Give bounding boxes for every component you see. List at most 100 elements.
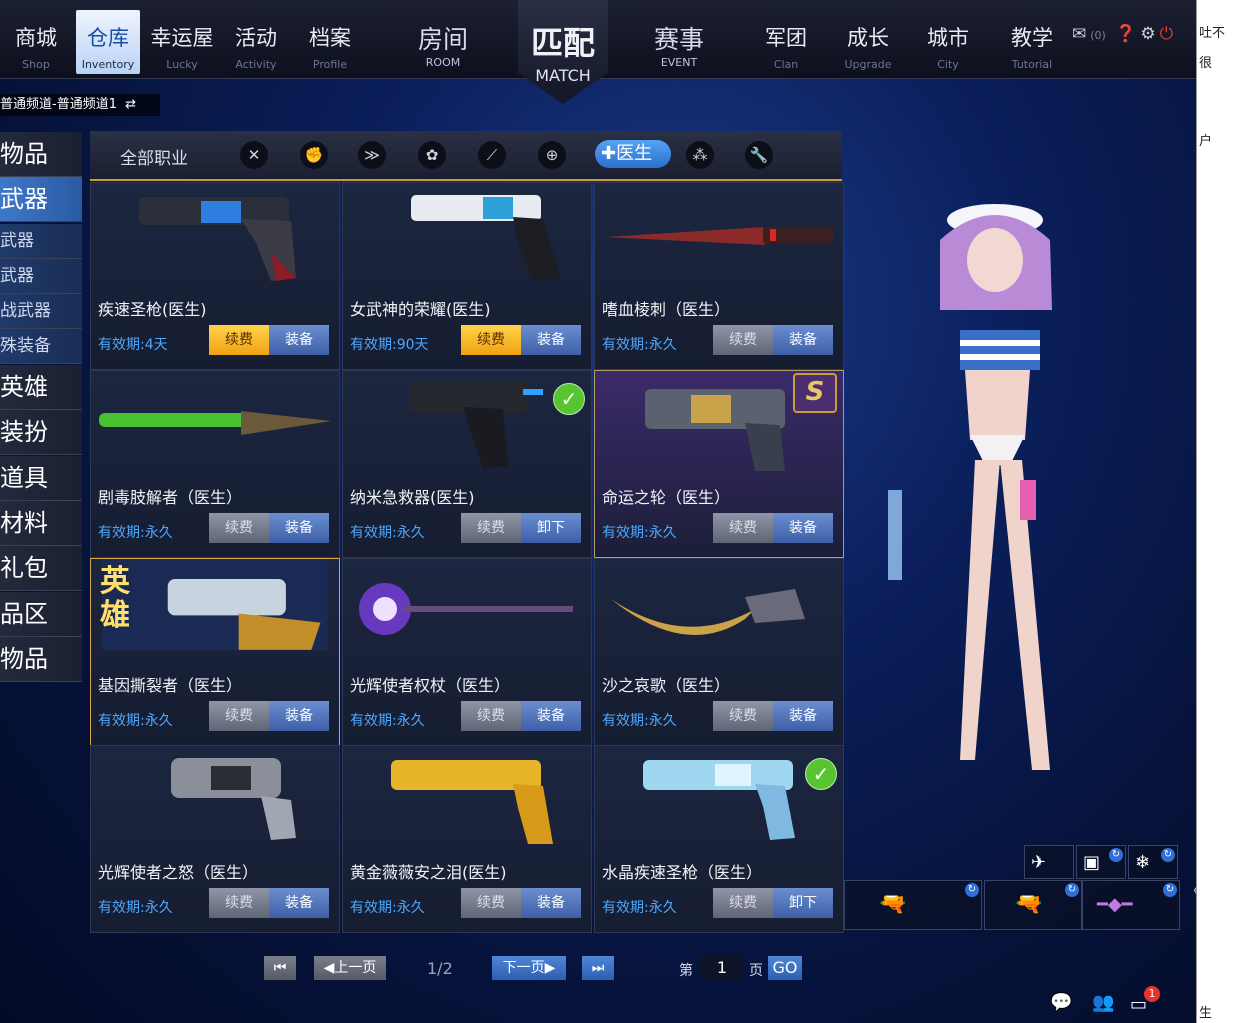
item-card[interactable]: 光辉使者权杖（医生） 有效期:永久 续费 装备: [342, 558, 592, 746]
category-weapon[interactable]: 武器: [0, 177, 82, 222]
equip-button[interactable]: 装备: [521, 701, 581, 731]
item-validity: 有效期:永久: [602, 900, 677, 916]
channel-selector[interactable]: 普通频道-普通频道1 ⇄: [0, 94, 160, 116]
flower-icon[interactable]: ✿: [418, 141, 446, 169]
renew-button[interactable]: 续费: [461, 701, 521, 731]
item-validity: 有效期:永久: [350, 713, 425, 729]
weapon-slot-1[interactable]: 🔫 ↻: [844, 880, 982, 930]
item-validity: 有效期:永久: [98, 713, 173, 729]
weapon-slot-3[interactable]: ━◆━ ↻: [1082, 880, 1180, 930]
item-card[interactable]: 女武神的荣耀(医生) 有效期:90天 续费 装备: [342, 182, 592, 370]
category-giftpack[interactable]: 礼包: [0, 546, 82, 591]
category-hero[interactable]: 英雄: [0, 365, 82, 410]
unequip-button[interactable]: 卸下: [773, 888, 833, 918]
item-card[interactable]: 嗜血棱刺（医生） 有效期:永久 续费 装备: [594, 182, 844, 370]
nav-upgrade[interactable]: 成长 Upgrade: [836, 0, 900, 78]
category-material[interactable]: 材料: [0, 501, 82, 546]
first-page-button[interactable]: ⏮: [264, 956, 296, 980]
nav-inventory[interactable]: 仓库 Inventory: [76, 10, 140, 74]
item-card[interactable]: 光辉使者之怒（医生） 有效期:永久 续费 装备: [90, 745, 340, 933]
chat-icon[interactable]: 💬: [1050, 992, 1072, 1013]
renew-button[interactable]: 续费: [461, 325, 521, 355]
claw-icon[interactable]: ≫: [358, 141, 386, 169]
renew-button[interactable]: 续费: [209, 888, 269, 918]
refresh-icon[interactable]: ↻: [1109, 848, 1123, 862]
subcategory-4[interactable]: 殊装备: [0, 329, 82, 364]
equip-button[interactable]: 装备: [773, 701, 833, 731]
friends-icon[interactable]: 👥: [1092, 992, 1114, 1013]
renew-button[interactable]: 续费: [713, 513, 773, 543]
unequip-button[interactable]: 卸下: [521, 513, 581, 543]
wrench-icon[interactable]: 🔧: [745, 141, 773, 169]
category-outfit[interactable]: 装扮: [0, 410, 82, 455]
renew-button[interactable]: 续费: [713, 701, 773, 731]
equip-button[interactable]: 装备: [773, 513, 833, 543]
category-props[interactable]: 道具: [0, 456, 82, 501]
item-card[interactable]: 黄金薇薇安之泪(医生) 有效期:永久 续费 装备: [342, 745, 592, 933]
help-icon[interactable]: ❓: [1115, 24, 1136, 44]
next-page-button[interactable]: 下一页▶: [492, 956, 566, 980]
renew-button[interactable]: 续费: [461, 888, 521, 918]
renew-button[interactable]: 续费: [209, 325, 269, 355]
prev-page-button[interactable]: ◀上一页: [314, 956, 386, 980]
weapon-slot-2[interactable]: 🔫 ↻: [984, 880, 1082, 930]
gear-icon[interactable]: ⚙: [1140, 24, 1155, 44]
item-card[interactable]: 英雄 基因撕裂者（医生） 有效期:永久 续费 装备: [90, 558, 340, 746]
fist-icon[interactable]: ✊: [300, 141, 328, 169]
item-card[interactable]: ✓ 纳米急救器(医生) 有效期:永久 续费 卸下: [342, 370, 592, 558]
page-input[interactable]: 1: [700, 956, 744, 980]
equip-button[interactable]: 装备: [773, 325, 833, 355]
slot-tab-2[interactable]: ▣ ↻: [1076, 845, 1126, 879]
equip-button[interactable]: 装备: [521, 888, 581, 918]
nav-shop[interactable]: 商城 Shop: [6, 0, 66, 78]
filter-doctor[interactable]: ✚医生: [595, 140, 671, 168]
nav-clan[interactable]: 军团 Clan: [756, 0, 816, 78]
renew-button[interactable]: 续费: [461, 513, 521, 543]
nav-lucky[interactable]: 幸运屋 Lucky: [148, 0, 216, 78]
item-card[interactable]: ✓ 水晶疾速圣枪（医生） 有效期:永久 续费 卸下: [594, 745, 844, 933]
item-card[interactable]: S 命运之轮（医生） 有效期:永久 续费 装备: [594, 370, 844, 558]
category-other[interactable]: 物品: [0, 637, 82, 682]
nav-activity[interactable]: 活动 Activity: [226, 0, 286, 78]
slot-tab-3[interactable]: ❄ ↻: [1128, 845, 1178, 879]
renew-button[interactable]: 续费: [209, 701, 269, 731]
equip-button[interactable]: 装备: [269, 701, 329, 731]
slot-tab-1[interactable]: ✈: [1024, 845, 1074, 879]
bullets-icon[interactable]: ⁂: [686, 141, 714, 169]
nav-tutorial[interactable]: 教学 Tutorial: [1000, 0, 1064, 78]
crosshair-icon[interactable]: ⊕: [538, 141, 566, 169]
mail-icon[interactable]: ✉: [1072, 24, 1086, 44]
subcategory-2[interactable]: 武器: [0, 259, 82, 294]
subcategory-1[interactable]: 武器: [0, 224, 82, 259]
equip-button[interactable]: 装备: [269, 888, 329, 918]
nav-event[interactable]: 赛事 EVENT: [644, 0, 714, 78]
renew-button[interactable]: 续费: [209, 513, 269, 543]
refresh-icon[interactable]: ⇄: [125, 97, 136, 112]
go-button[interactable]: GO: [768, 956, 802, 980]
swords-icon[interactable]: ✕: [240, 141, 268, 169]
nav-profile[interactable]: 档案 Profile: [300, 0, 360, 78]
refresh-icon[interactable]: ↻: [1163, 883, 1177, 897]
blade-icon[interactable]: ⟋: [478, 141, 506, 169]
equip-button[interactable]: 装备: [269, 513, 329, 543]
item-name: 纳米急救器(医生): [350, 488, 475, 507]
refresh-icon[interactable]: ↻: [1161, 848, 1175, 862]
filter-all-classes[interactable]: 全部职业: [120, 144, 188, 169]
power-icon[interactable]: ⏻: [1160, 24, 1173, 44]
category-zone[interactable]: 品区: [0, 592, 82, 637]
nav-city[interactable]: 城市 City: [918, 0, 978, 78]
last-page-button[interactable]: ⏭: [582, 956, 614, 980]
renew-button[interactable]: 续费: [713, 888, 773, 918]
refresh-icon[interactable]: ↻: [1065, 883, 1079, 897]
category-items[interactable]: 物品: [0, 132, 82, 177]
equip-button[interactable]: 装备: [269, 325, 329, 355]
nav-room[interactable]: 房间 ROOM: [408, 0, 478, 78]
subcategory-3[interactable]: 战武器: [0, 294, 82, 329]
renew-button[interactable]: 续费: [713, 325, 773, 355]
item-card[interactable]: 沙之哀歌（医生） 有效期:永久 续费 装备: [594, 558, 844, 746]
refresh-icon[interactable]: ↻: [965, 883, 979, 897]
item-card[interactable]: 疾速圣枪(医生) 有效期:4天 续费 装备: [90, 182, 340, 370]
equip-button[interactable]: 装备: [521, 325, 581, 355]
nav-match[interactable]: 匹配 MATCH: [518, 0, 608, 104]
item-card[interactable]: 剧毒肢解者（医生） 有效期:永久 续费 装备: [90, 370, 340, 558]
